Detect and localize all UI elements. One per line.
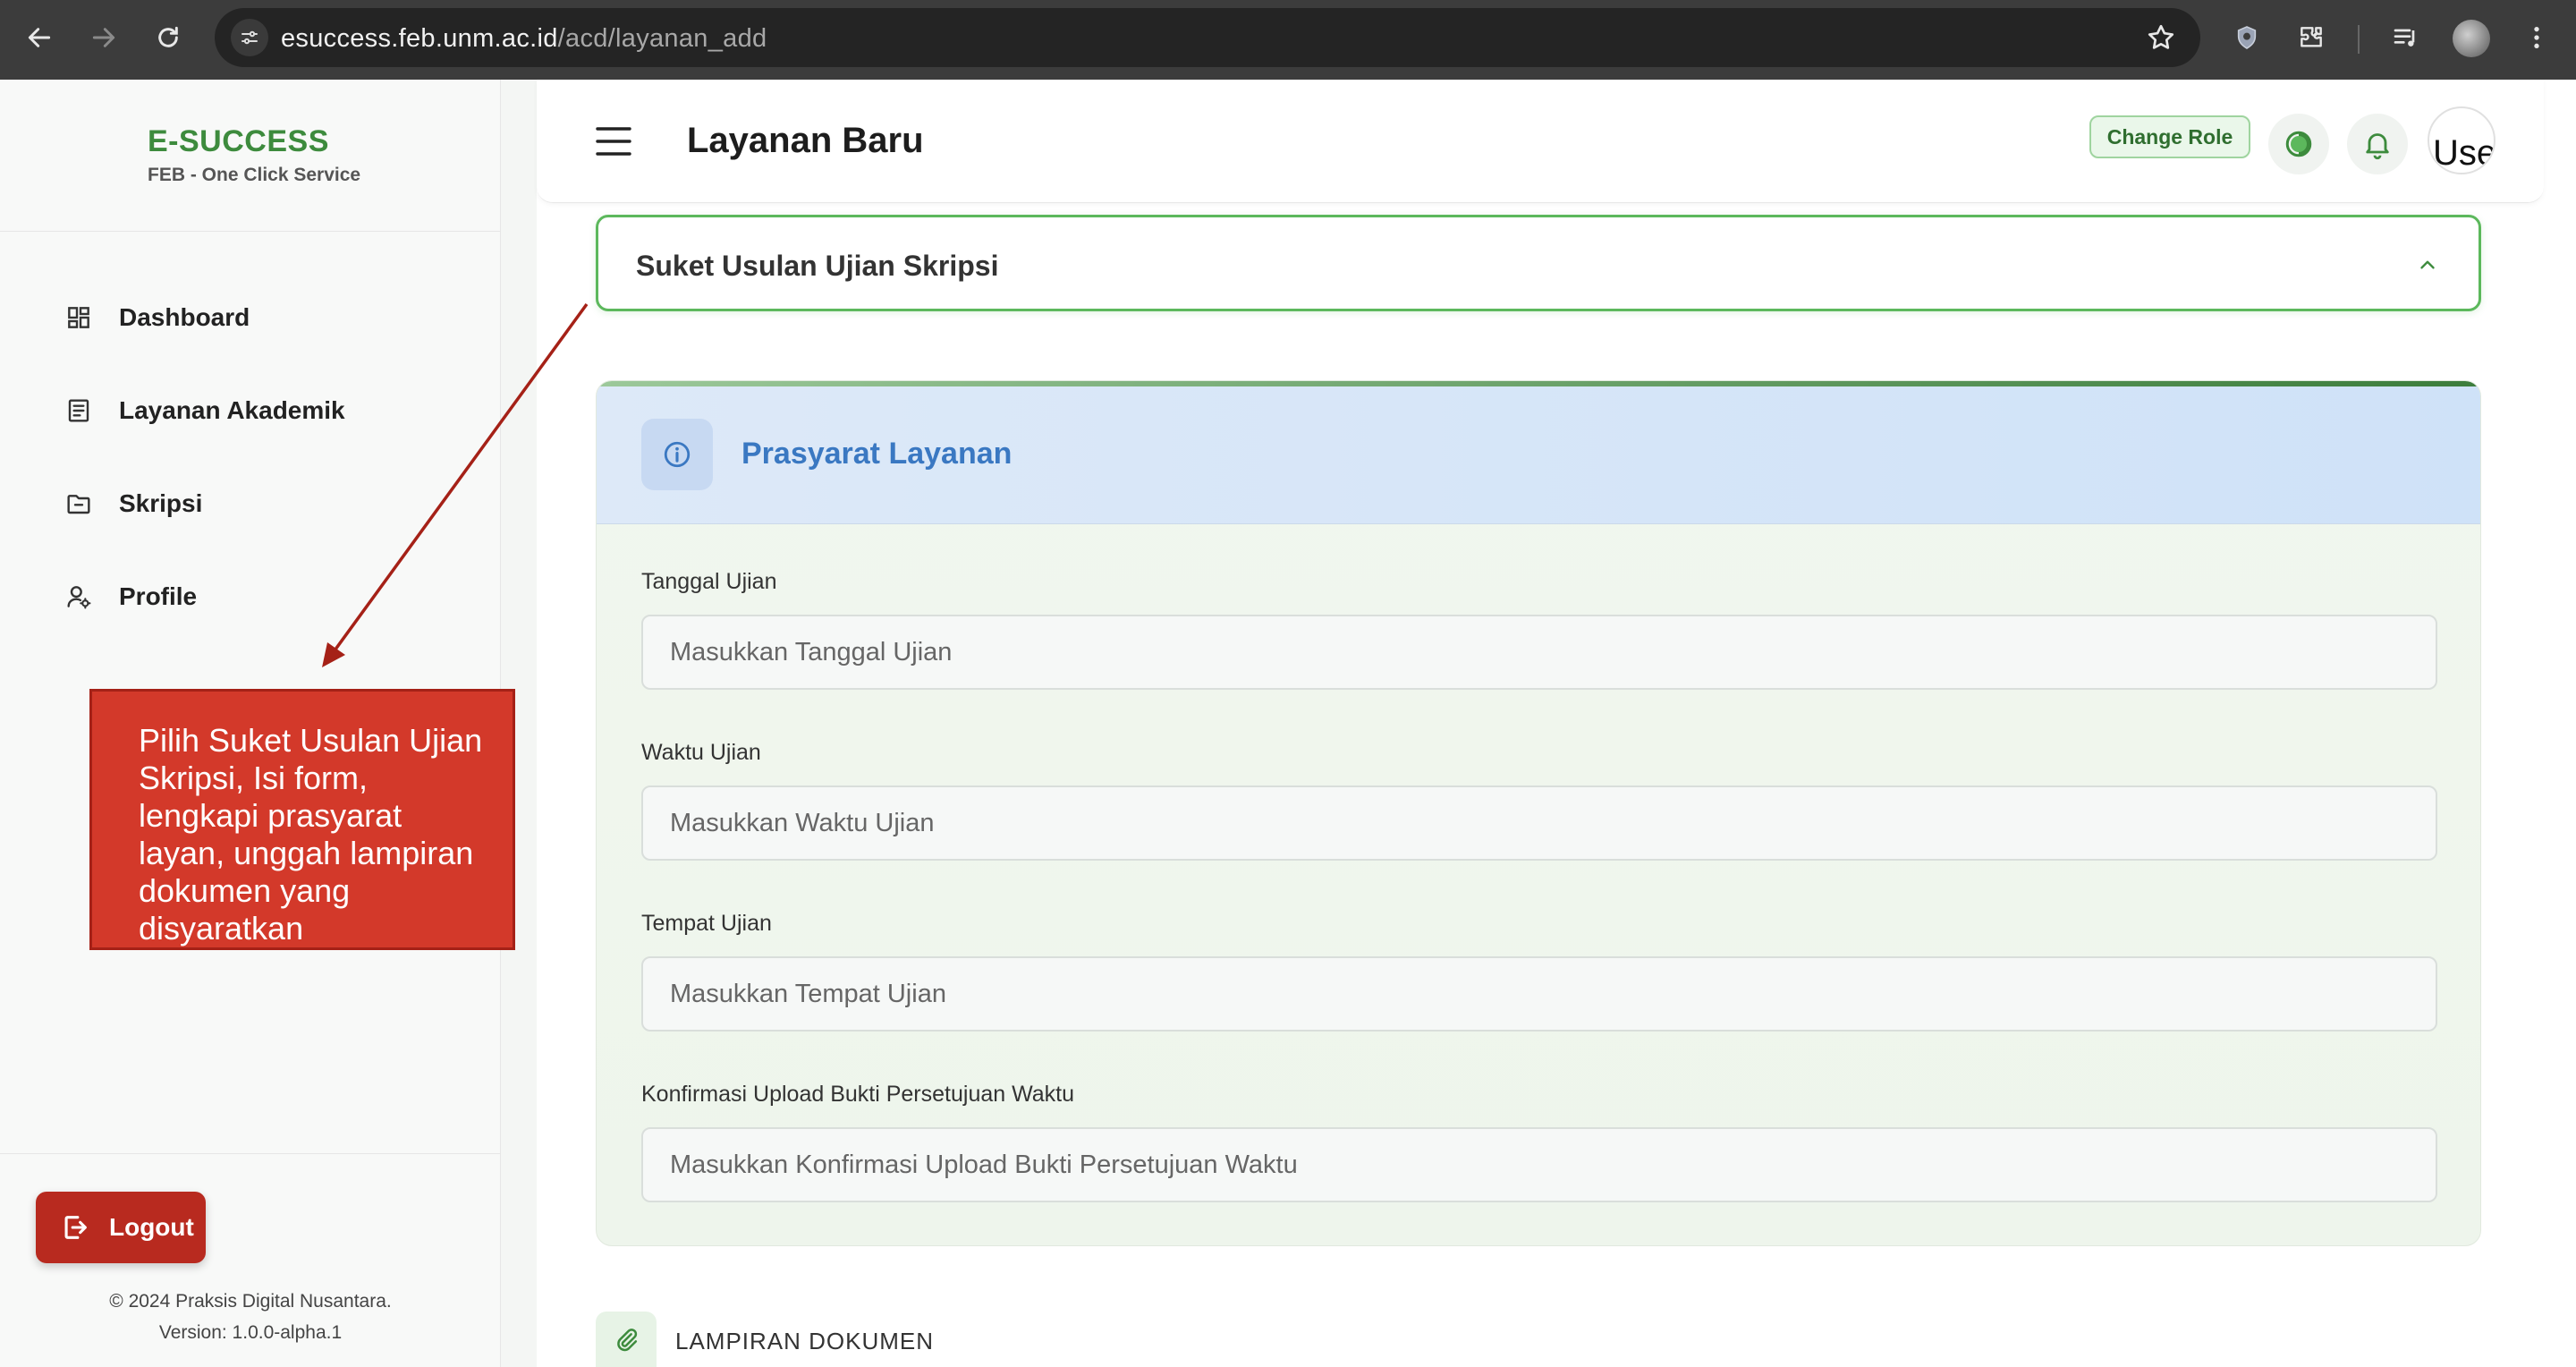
user-avatar[interactable]: Use (2428, 106, 2496, 174)
document-list-icon (59, 391, 98, 430)
konfirmasi-upload-input[interactable] (641, 1127, 2437, 1202)
instruction-callout: Pilih Suket Usulan Ujian Skripsi, Isi fo… (89, 689, 515, 950)
paperclip-icon (596, 1312, 657, 1367)
change-role-button[interactable]: Change Role (2089, 115, 2250, 158)
logout-icon (57, 1210, 93, 1245)
url-text: esuccess.feb.unm.ac.id/acd/layanan_add (281, 24, 767, 54)
field-label-waktu-ujian: Waktu Ujian (641, 740, 761, 765)
dashboard-icon (59, 298, 98, 337)
reload-icon[interactable] (150, 20, 186, 55)
forward-icon[interactable] (86, 20, 122, 55)
sidebar-item-label: Profile (119, 582, 198, 610)
field-label-tempat-ujian: Tempat Ujian (641, 911, 772, 936)
logout-label: Logout (109, 1213, 194, 1241)
avatar-alt-text: Use (2433, 133, 2496, 173)
tempat-ujian-input[interactable] (641, 956, 2437, 1032)
lampiran-dokumen-title: LAMPIRAN DOKUMEN (675, 1328, 935, 1354)
copyright-text: © 2024 Praksis Digital Nusantara. (109, 1291, 392, 1312)
prasyarat-title: Prasyarat Layanan (741, 437, 1013, 471)
toolbar-divider (2358, 25, 2360, 54)
sidebar-item-layanan-akademik[interactable]: Layanan Akademik (36, 379, 465, 442)
sidebar-item-label: Dashboard (119, 303, 250, 331)
brand-subtitle: FEB - One Click Service (148, 165, 361, 185)
address-bar[interactable]: esuccess.feb.unm.ac.id/acd/layanan_add (215, 8, 2200, 67)
media-control-icon[interactable] (2388, 20, 2424, 55)
field-label-konfirmasi-upload: Konfirmasi Upload Bukti Persetujuan Wakt… (641, 1082, 1075, 1107)
hamburger-menu-icon[interactable] (596, 126, 631, 157)
prasyarat-header: Prasyarat Layanan (597, 386, 2480, 524)
page-title: Layanan Baru (687, 121, 924, 160)
brand-title[interactable]: E-SUCCESS (148, 124, 329, 159)
logout-button[interactable]: Logout (36, 1192, 206, 1263)
sidebar-item-profile[interactable]: Profile (36, 565, 465, 628)
user-settings-icon (59, 577, 98, 616)
callout-text: Pilih Suket Usulan Ujian Skripsi, Isi fo… (139, 722, 483, 947)
sidebar-item-dashboard[interactable]: Dashboard (36, 286, 465, 349)
field-label-tanggal-ujian: Tanggal Ujian (641, 569, 777, 594)
waktu-ujian-input[interactable] (641, 785, 2437, 861)
sidebar-item-label: Layanan Akademik (119, 396, 345, 424)
browser-toolbar: esuccess.feb.unm.ac.id/acd/layanan_add (0, 0, 2576, 80)
selected-service-label: Suket Usulan Ujian Skripsi (636, 250, 999, 282)
theme-toggle-icon[interactable] (2268, 114, 2329, 174)
service-type-accordion[interactable]: Suket Usulan Ujian Skripsi (596, 215, 2481, 311)
sidebar-item-skripsi[interactable]: Skripsi (36, 472, 465, 535)
prasyarat-layanan-card: Prasyarat Layanan Tanggal Ujian Waktu Uj… (596, 380, 2481, 1246)
info-icon (641, 419, 713, 490)
sidebar-divider (0, 1153, 501, 1154)
folder-icon (59, 484, 98, 523)
back-icon[interactable] (21, 20, 57, 55)
more-menu-icon[interactable] (2519, 20, 2555, 55)
extensions-puzzle-icon[interactable] (2293, 20, 2329, 55)
notification-bell-icon[interactable] (2347, 114, 2408, 174)
top-header: Layanan Baru Change Role Use (537, 80, 2544, 203)
shield-extension-icon[interactable] (2229, 20, 2265, 55)
bookmark-star-icon[interactable] (2145, 21, 2177, 54)
site-settings-icon[interactable] (231, 19, 268, 56)
chevron-up-icon[interactable] (2416, 253, 2439, 276)
version-text: Version: 1.0.0-alpha.1 (158, 1322, 343, 1343)
sidebar-item-label: Skripsi (119, 489, 203, 517)
url-path: /acd/layanan_add (557, 24, 767, 53)
tanggal-ujian-input[interactable] (641, 615, 2437, 690)
profile-avatar-icon[interactable] (2453, 20, 2490, 57)
brand: E-SUCCESS FEB - One Click Service (0, 80, 501, 232)
url-host: esuccess.feb.unm.ac.id (281, 24, 558, 53)
